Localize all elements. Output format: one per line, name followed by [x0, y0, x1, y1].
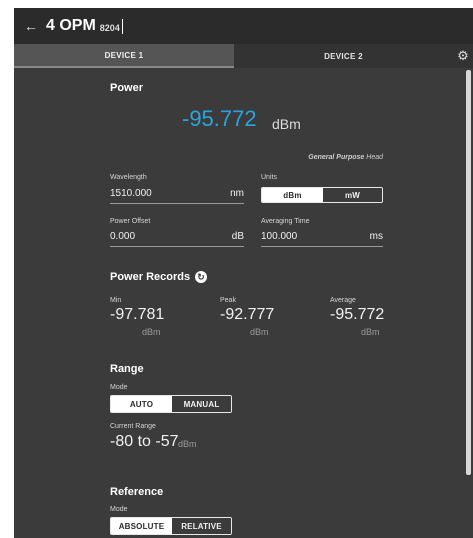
power-offset-unit: dB [231, 231, 244, 242]
units-option-dbm[interactable]: dBm [262, 188, 323, 202]
gear-icon[interactable]: ⚙ [453, 44, 473, 68]
wavelength-label: Wavelength [110, 174, 147, 181]
reference-mode-toggle: ABSOLUTE RELATIVE [110, 517, 232, 535]
units-option-mw[interactable]: mW [323, 188, 382, 202]
power-offset-label: Power Offset [110, 218, 151, 225]
app-window: ← 4 OPM 8204 DEVICE 1 DEVICE 2 ⚙ Power -… [14, 8, 473, 538]
wavelength-input[interactable]: 1510.000 [110, 188, 152, 199]
averaging-time-label: Averaging Time [261, 218, 310, 225]
power-offset-input[interactable]: 0.000 [110, 231, 135, 242]
peak-label: Peak [220, 297, 236, 304]
current-range-label: Current Range [110, 423, 156, 430]
tab-device-2[interactable]: DEVICE 2 [234, 44, 453, 68]
device-title: 4 OPM [46, 17, 96, 34]
range-mode-label: Mode [110, 384, 128, 391]
reference-option-relative[interactable]: RELATIVE [172, 518, 231, 534]
range-option-manual[interactable]: MANUAL [172, 396, 231, 412]
current-range-value: -80 to -57 [110, 433, 179, 450]
averaging-time-input[interactable]: 100.000 [261, 231, 297, 242]
peak-value: -92.777 [220, 306, 275, 323]
reference-section-title: Reference [110, 486, 164, 498]
power-reading: -95.772 [182, 106, 257, 131]
wavelength-underline [110, 203, 244, 204]
averaging-time-underline [261, 246, 383, 247]
device-serial: 8204 [99, 23, 120, 33]
units-label: Units [261, 174, 277, 181]
units-toggle: dBm mW [261, 187, 383, 203]
power-reading-unit: dBm [272, 116, 301, 132]
scrollbar[interactable] [466, 70, 471, 475]
power-section-title: Power [110, 82, 144, 94]
reference-mode-label: Mode [110, 506, 128, 513]
text-cursor [121, 18, 123, 34]
head-type-suffix: Head [366, 154, 383, 161]
tab-device-1[interactable]: DEVICE 1 [14, 44, 234, 68]
averaging-time-unit: ms [369, 231, 383, 242]
range-option-auto[interactable]: AUTO [111, 396, 172, 412]
power-records-title: Power Records [110, 271, 191, 283]
average-value: -95.772 [330, 306, 385, 323]
title-bar: ← 4 OPM 8204 [14, 8, 473, 44]
reference-option-absolute[interactable]: ABSOLUTE [111, 518, 172, 534]
back-arrow-icon[interactable]: ← [24, 18, 38, 34]
current-range-unit: dBm [178, 439, 197, 449]
range-section-title: Range [110, 363, 144, 375]
peak-unit: dBm [250, 327, 269, 337]
refresh-icon[interactable]: ↻ [195, 271, 207, 283]
range-mode-toggle: AUTO MANUAL [110, 395, 232, 413]
min-value: -97.781 [110, 306, 165, 323]
average-unit: dBm [361, 327, 380, 337]
min-unit: dBm [142, 327, 161, 337]
power-offset-underline [110, 246, 244, 247]
min-label: Min [110, 297, 122, 304]
head-type-name: General Purpose [308, 154, 365, 161]
head-type-label: General Purpose Head [308, 154, 383, 161]
device-tabs: DEVICE 1 DEVICE 2 ⚙ [14, 44, 473, 68]
wavelength-unit: nm [230, 188, 244, 199]
average-label: Average [330, 297, 356, 304]
